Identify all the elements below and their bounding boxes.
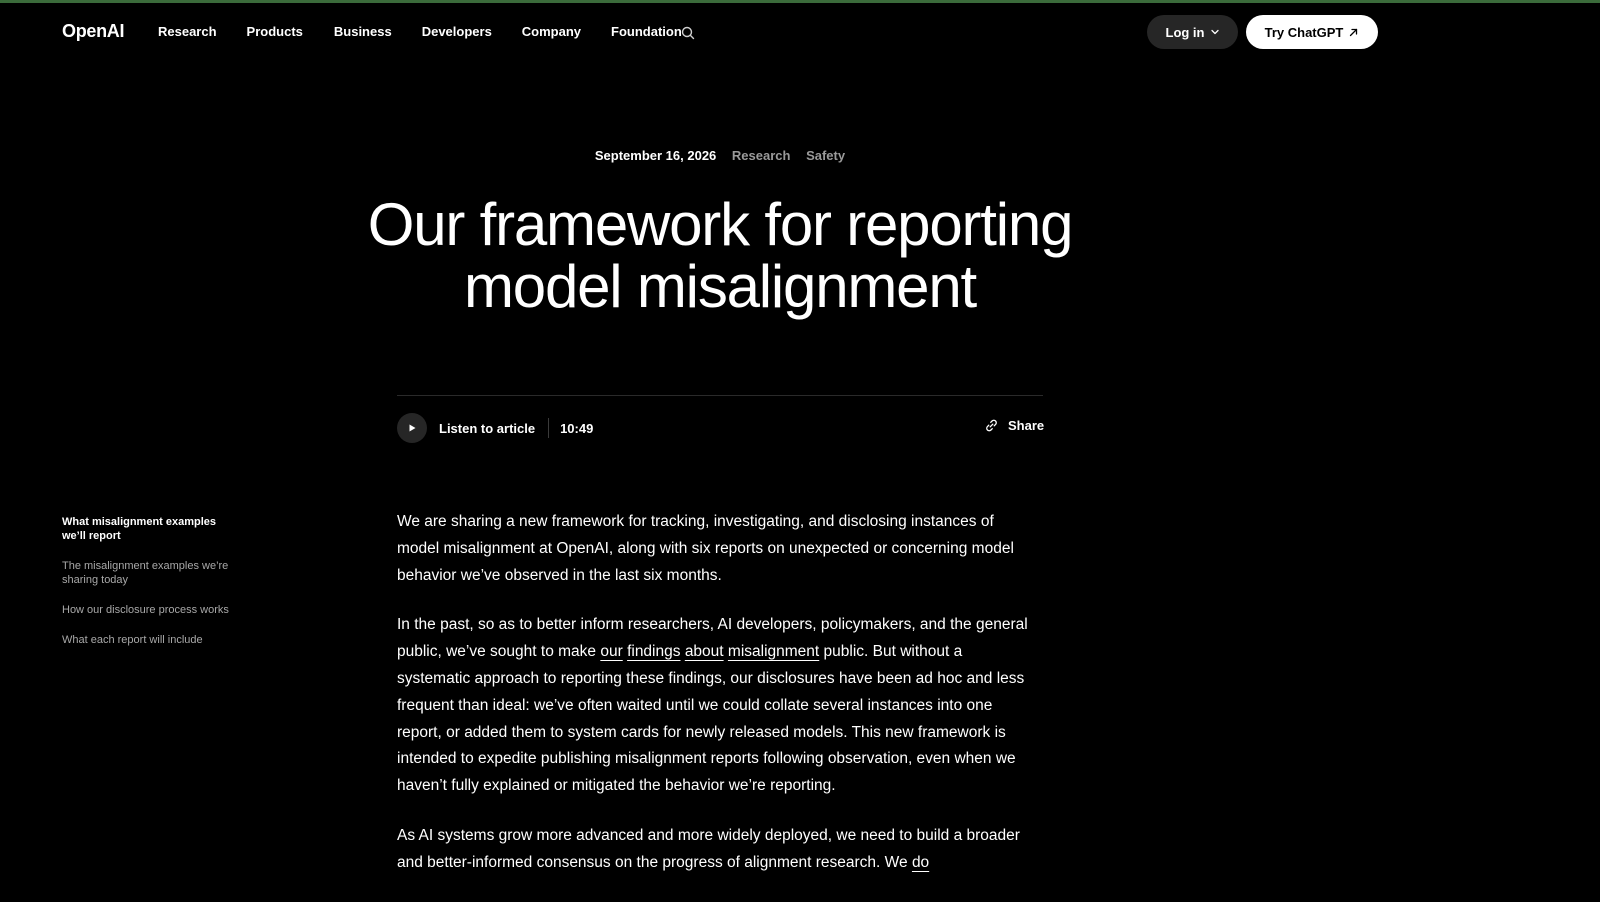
table-of-contents: What misalignment examples we’ll report … bbox=[62, 515, 242, 663]
play-button[interactable] bbox=[397, 413, 427, 443]
search-icon[interactable] bbox=[680, 25, 696, 41]
listen-label[interactable]: Listen to article bbox=[439, 421, 535, 436]
publish-date: September 16, 2026 bbox=[594, 148, 717, 163]
audio-separator bbox=[548, 418, 550, 438]
arrow-up-right-icon bbox=[1350, 28, 1358, 36]
share-button[interactable]: Share bbox=[984, 418, 1044, 433]
divider bbox=[397, 395, 1043, 396]
paragraph-1: We are sharing a new framework for track… bbox=[397, 513, 1014, 584]
article-body: We are sharing a new framework for track… bbox=[397, 509, 1037, 900]
tag-research[interactable]: Research bbox=[732, 148, 791, 163]
toc-item-examples-today[interactable]: The misalignment examples we’re sharing … bbox=[62, 559, 242, 587]
toc-item-report-contents[interactable]: What each report will include bbox=[62, 633, 242, 647]
site-header: OpenAI Research Products Business Develo… bbox=[0, 3, 1600, 61]
main-nav: Research Products Business Developers Co… bbox=[158, 24, 712, 39]
title-line-1: Our framework for reporting bbox=[367, 191, 1074, 258]
login-label: Log in bbox=[1165, 24, 1205, 40]
link-about[interactable]: about bbox=[685, 643, 724, 660]
link-do[interactable]: do bbox=[912, 854, 929, 871]
nav-company[interactable]: Company bbox=[522, 24, 581, 39]
paragraph-3: As AI systems grow more advanced and mor… bbox=[397, 823, 1037, 877]
openai-logo[interactable]: OpenAI bbox=[62, 21, 125, 42]
paragraph-2-text-end: public. But without a systematic approac… bbox=[397, 643, 1025, 795]
chevron-down-icon bbox=[1210, 29, 1219, 35]
try-chatgpt-button[interactable]: Try ChatGPT bbox=[1246, 15, 1378, 49]
audio-duration: 10:49 bbox=[560, 420, 594, 436]
nav-research[interactable]: Research bbox=[158, 24, 217, 39]
nav-developers[interactable]: Developers bbox=[422, 24, 492, 39]
nav-business[interactable]: Business bbox=[334, 24, 392, 39]
audio-player: Listen to article 10:49 bbox=[397, 412, 593, 444]
play-icon bbox=[409, 424, 416, 432]
nav-products[interactable]: Products bbox=[247, 24, 303, 39]
link-icon bbox=[986, 419, 997, 432]
title-line-2: model misalignment bbox=[464, 253, 977, 320]
tag-safety[interactable]: Safety bbox=[806, 148, 845, 163]
toc-item-what-we-report[interactable]: What misalignment examples we’ll report bbox=[62, 515, 242, 543]
link-findings[interactable]: findings bbox=[627, 643, 680, 660]
toc-item-disclosure-process[interactable]: How our disclosure process works bbox=[62, 603, 242, 617]
link-misalignment[interactable]: misalignment bbox=[728, 643, 819, 660]
nav-foundation[interactable]: Foundation bbox=[611, 24, 682, 39]
page-title: Our framework for reporting model misali… bbox=[300, 194, 1140, 318]
article-meta: September 16, 2026 Research Safety bbox=[0, 148, 1440, 163]
login-button[interactable]: Log in bbox=[1147, 15, 1238, 49]
share-label: Share bbox=[1008, 418, 1045, 433]
try-chatgpt-label: Try ChatGPT bbox=[1264, 24, 1344, 40]
paragraph-2: In the past, so as to better inform rese… bbox=[397, 612, 1037, 800]
link-our[interactable]: our bbox=[600, 643, 622, 660]
